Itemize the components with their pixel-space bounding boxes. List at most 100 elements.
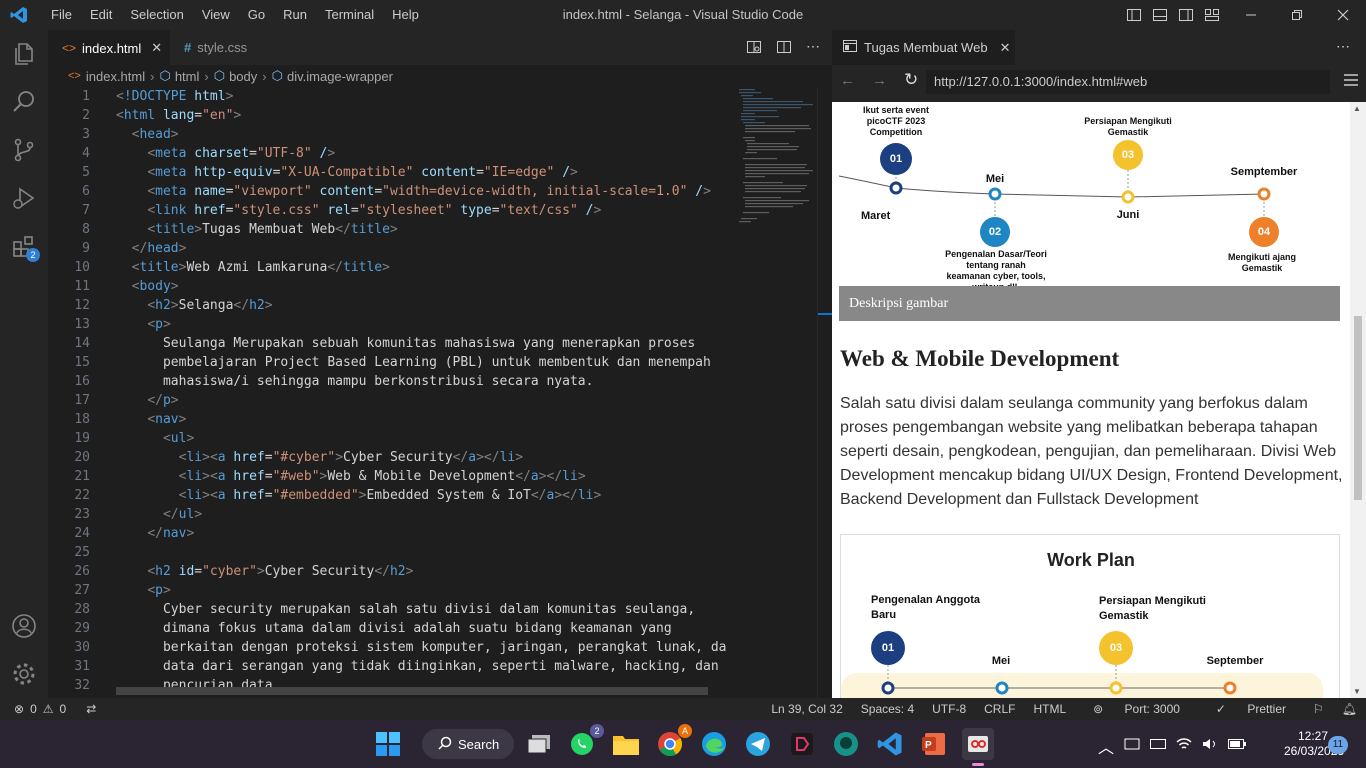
task-view-icon[interactable] (524, 728, 556, 760)
encoding[interactable]: UTF-8 (923, 698, 975, 720)
preview-scrollbar[interactable]: ▲ ▼ (1350, 102, 1366, 698)
code-line[interactable]: 6 <meta name="viewport" content="width=d… (48, 182, 727, 201)
menu-run[interactable]: Run (274, 0, 316, 30)
breadcrumb-div[interactable]: div.image-wrapper (287, 69, 393, 84)
gitkraken-icon[interactable] (830, 728, 862, 760)
feedback-icon[interactable]: ⚐ (1304, 698, 1333, 720)
powerpoint-icon[interactable]: P (918, 728, 950, 760)
explorer-icon[interactable] (0, 30, 48, 78)
edge-icon[interactable] (698, 728, 730, 760)
reload-icon[interactable]: ↻ (904, 70, 918, 90)
chevron-up-icon[interactable]: ︿ (1098, 734, 1114, 758)
back-arrow-icon[interactable]: ← (840, 72, 855, 89)
breadcrumb-html[interactable]: html (175, 69, 200, 84)
close-icon[interactable] (1320, 0, 1366, 30)
code-line[interactable]: 28 Cyber security merupakan salah satu d… (48, 600, 727, 619)
chrome-icon[interactable]: A (654, 724, 692, 760)
settings-gear-icon[interactable] (0, 650, 48, 698)
notification-badge[interactable]: 11 (1328, 736, 1348, 754)
scroll-down-arrow-icon[interactable]: ▼ (1353, 687, 1361, 696)
code-line[interactable]: 7 <link href="style.css" rel="stylesheet… (48, 201, 727, 220)
code-line[interactable]: 14 Seulanga Merupakan sebuah komunitas m… (48, 334, 727, 353)
status-left[interactable]: ⊗ 0 ⚠ 0 ⇄ (14, 698, 96, 720)
windows-start-icon[interactable] (372, 728, 404, 760)
code-line[interactable]: 9 </head> (48, 239, 727, 258)
code-line[interactable]: 4 <meta charset="UTF-8" /> (48, 144, 727, 163)
clock[interactable]: 12:27 26/03/2023 (1284, 729, 1344, 759)
code-line[interactable]: 25 (48, 543, 727, 562)
editor-vertical-scrollbar[interactable] (817, 87, 832, 698)
whatsapp-icon[interactable]: 2 (566, 724, 604, 760)
code-line[interactable]: 20 <li><a href="#cyber">Cyber Security</… (48, 448, 727, 467)
code-line[interactable]: 21 <li><a href="#web">Web & Mobile Devel… (48, 467, 727, 486)
more-actions-icon[interactable]: ⋯ (806, 39, 820, 60)
battery-icon[interactable] (1228, 737, 1247, 755)
tab-style-css[interactable]: # style.css (170, 30, 288, 65)
volume-icon[interactable] (1202, 737, 1218, 756)
toggle-primary-sidebar-icon[interactable] (1126, 7, 1142, 26)
vscode-taskbar-icon[interactable] (874, 728, 906, 760)
wifi-icon[interactable] (1176, 737, 1192, 756)
code-line[interactable]: 16 mahasiswa/i sehingga mampu berkonstri… (48, 372, 727, 391)
code-line[interactable]: 17 </p> (48, 391, 727, 410)
line-ending[interactable]: CRLF (975, 698, 1024, 720)
menu-hamburger-icon[interactable] (1344, 73, 1358, 91)
menu-view[interactable]: View (193, 0, 239, 30)
tab-index-html[interactable]: <> index.html ✕ (48, 30, 170, 65)
remote-icon[interactable]: ⇄ (86, 698, 96, 720)
code-line[interactable]: 3 <head> (48, 125, 727, 144)
customize-layout-icon[interactable] (1204, 7, 1220, 26)
code-line[interactable]: 5 <meta http-equiv="X-UA-Compatible" con… (48, 163, 727, 182)
code-line[interactable]: 1 <!DOCTYPE html> (48, 87, 727, 106)
code-line[interactable]: 26 <h2 id="cyber">Cyber Security</h2> (48, 562, 727, 581)
telegram-icon[interactable] (742, 728, 774, 760)
search-icon[interactable] (0, 78, 48, 126)
horizontal-scrollbar[interactable] (116, 687, 708, 695)
snipping-tool-icon[interactable] (962, 728, 994, 766)
live-server-port[interactable]: ⊚ Port: 3000 (1075, 698, 1198, 720)
preview-viewport[interactable]: Ikut serta event picoCTF 2023 Competitio… (832, 102, 1366, 698)
code-line[interactable]: 11 <body> (48, 277, 727, 296)
file-explorer-icon[interactable] (610, 728, 642, 760)
code-line[interactable]: 12 <h2>Selanga</h2> (48, 296, 727, 315)
code-line[interactable]: 10 <title>Web Azmi Lamkaruna</title> (48, 258, 727, 277)
source-control-icon[interactable] (0, 126, 48, 174)
code-line[interactable]: 22 <li><a href="#embedded">Embedded Syst… (48, 486, 727, 505)
code-line[interactable]: 24 </nav> (48, 524, 727, 543)
code-editor[interactable]: 1 <!DOCTYPE html> 2 <html lang="en"> 3 <head… (48, 87, 727, 698)
menu-edit[interactable]: Edit (81, 0, 121, 30)
address-bar[interactable]: http://127.0.0.1:3000/index.html#web (926, 70, 1330, 94)
minimap[interactable] (727, 87, 817, 698)
cursor-position[interactable]: Ln 39, Col 32 (762, 698, 851, 720)
menu-help[interactable]: Help (383, 0, 428, 30)
code-line[interactable]: 29 dimana fokus utama dalam divisi adala… (48, 619, 727, 638)
menu-selection[interactable]: Selection (121, 0, 192, 30)
code-line[interactable]: 15 pembelajaran Project Based Learning (… (48, 353, 727, 372)
notifications-bell-icon[interactable]: 🔔︎ (1333, 698, 1366, 720)
forward-arrow-icon[interactable]: → (872, 72, 887, 89)
open-preview-icon[interactable] (746, 39, 762, 60)
menu-file[interactable]: File (42, 0, 81, 30)
toggle-secondary-sidebar-icon[interactable] (1178, 7, 1194, 26)
run-debug-icon[interactable] (0, 174, 48, 222)
breadcrumb-file[interactable]: index.html (86, 69, 145, 84)
minimize-icon[interactable] (1228, 0, 1274, 30)
accounts-icon[interactable] (0, 602, 48, 650)
menu-go[interactable]: Go (239, 0, 274, 30)
keyboard-icon[interactable] (1150, 737, 1167, 755)
tab-preview[interactable]: Tugas Membuat Web ✕ (832, 30, 1015, 65)
code-line[interactable]: 2 <html lang="en"> (48, 106, 727, 125)
menu-terminal[interactable]: Terminal (316, 0, 383, 30)
split-editor-icon[interactable] (776, 39, 792, 60)
tab-close-icon[interactable]: ✕ (1000, 40, 1011, 56)
code-line[interactable]: 13 <p> (48, 315, 727, 334)
code-line[interactable]: 31 data dari serangan yang tidak diingin… (48, 657, 727, 676)
preview-scroll-thumb[interactable] (1354, 316, 1362, 500)
code-line[interactable]: 27 <p> (48, 581, 727, 600)
indentation[interactable]: Spaces: 4 (852, 698, 923, 720)
keyboard-tray-icon[interactable] (1124, 737, 1140, 756)
code-line[interactable]: 8 <title>Tugas Membuat Web</title> (48, 220, 727, 239)
language-mode[interactable]: HTML (1024, 698, 1075, 720)
code-line[interactable]: 30 berkaitan dengan proteksi sistem komp… (48, 638, 727, 657)
taskbar-search[interactable]: Search (422, 729, 514, 759)
